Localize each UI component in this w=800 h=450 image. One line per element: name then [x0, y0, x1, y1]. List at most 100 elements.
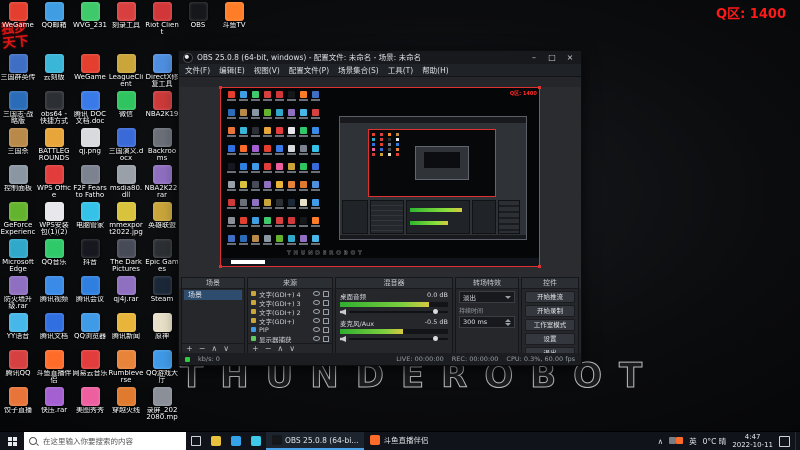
desktop-icon[interactable]: 快压.rar [36, 387, 72, 424]
weather-indicator[interactable]: 0°C 晴 [703, 436, 727, 447]
desktop-icon[interactable]: YY语音 [0, 313, 36, 350]
desktop-icon[interactable]: Epic Games [144, 239, 180, 276]
desktop-icon[interactable]: 录屏_2022080.mp4 [144, 387, 180, 424]
scene-item[interactable]: 场景 [184, 290, 242, 300]
desktop-icon[interactable]: 斗鱼直播伴侣 [36, 350, 72, 387]
slider-handle[interactable] [433, 309, 438, 314]
desktop-icon[interactable]: mmexport2022.jpg [108, 202, 144, 239]
source-up-button[interactable]: ∧ [277, 345, 283, 353]
desktop-icon[interactable]: 斗鱼TV [216, 2, 252, 36]
desktop-icon[interactable]: Microsoft Edge [0, 239, 36, 276]
preview-capture-source[interactable]: Q区: 1400 THUNDEROBOT [220, 87, 540, 267]
start-recording-button[interactable]: 开始录制 [525, 305, 575, 317]
desktop-icon[interactable]: WPS Office [36, 165, 72, 202]
taskbar-app-button[interactable]: OBS 25.0.8 (64-bi... [266, 432, 364, 450]
desktop-icon[interactable]: WeGame [0, 2, 36, 36]
input-method-indicator[interactable]: 英 [689, 436, 697, 447]
selection-handle[interactable] [538, 86, 541, 89]
lock-icon[interactable] [323, 318, 329, 324]
desktop-icon[interactable]: 微信 [108, 91, 144, 128]
volume-slider[interactable] [340, 308, 448, 316]
desktop-icon[interactable]: DirectX修复工具 [144, 54, 180, 91]
menu-item[interactable]: 文件(F) [185, 65, 210, 76]
desktop-icon[interactable]: WPS安装包(1)(2)(1) [36, 202, 72, 239]
desktop-icon[interactable]: obs64 - 快捷方式 [36, 91, 72, 128]
desktop-icon[interactable]: 腾讯QQ [0, 350, 36, 387]
desktop-icon[interactable]: 腾讯 DOC 文档.doc [72, 91, 108, 128]
taskbar-pinned-button[interactable] [246, 432, 266, 450]
transition-duration-spinner[interactable]: 300 ms [459, 316, 515, 328]
studio-mode-button[interactable]: 工作室模式 [525, 319, 575, 331]
desktop-icon[interactable]: The Dark Pictures [108, 239, 144, 276]
desktop-icon[interactable]: 防火墙升级.rar [0, 276, 36, 313]
menu-item[interactable]: 编辑(E) [219, 65, 245, 76]
source-row[interactable]: 文字(GDI+) [248, 316, 332, 325]
taskbar-pinned-button[interactable] [226, 432, 246, 450]
visibility-eye-icon[interactable] [313, 327, 320, 332]
desktop-icon[interactable]: BATTLEGROUNDS [36, 128, 72, 165]
desktop-icon[interactable]: LeagueClient [108, 54, 144, 91]
desktop-icon[interactable]: GeForce Experience [0, 202, 36, 239]
taskbar-pinned-button[interactable] [206, 432, 226, 450]
visibility-eye-icon[interactable] [313, 318, 320, 323]
slider-handle[interactable] [433, 336, 438, 341]
desktop-icon[interactable]: 三国杀 [0, 128, 36, 165]
scene-down-button[interactable]: ∨ [223, 345, 229, 353]
desktop-icon[interactable]: QQ游戏大厅 [144, 350, 180, 387]
menu-item[interactable]: 视图(V) [254, 65, 280, 76]
desktop-icon[interactable]: 云刻版 [36, 54, 72, 91]
desktop-icon[interactable]: 穿越火线 [108, 387, 144, 424]
desktop-icon[interactable]: 原神 [144, 313, 180, 350]
desktop-icon[interactable]: 饺子直播 [0, 387, 36, 424]
menu-item[interactable]: 工具(T) [388, 65, 413, 76]
desktop-icon[interactable]: 腾讯视频 [36, 276, 72, 313]
desktop-icon[interactable]: qj4j.rar [108, 276, 144, 313]
desktop-icon[interactable]: 三国演义.docx [108, 128, 144, 165]
desktop-icon[interactable]: Rumbleverse [108, 350, 144, 387]
desktop-icon[interactable]: QQ音乐 [36, 239, 72, 276]
volume-slider[interactable] [340, 335, 448, 343]
selection-handle[interactable] [538, 265, 541, 268]
desktop-icon[interactable]: 三国群英传 [0, 54, 36, 91]
lock-icon[interactable] [323, 327, 329, 333]
lock-icon[interactable] [323, 336, 329, 342]
desktop-icon[interactable]: NBA2K19 [144, 91, 180, 128]
taskbar-search[interactable] [24, 432, 186, 450]
search-input[interactable] [41, 436, 181, 447]
desktop-icon[interactable]: 腾讯新闻 [108, 313, 144, 350]
desktop-icon[interactable]: WVG_231 [72, 2, 108, 36]
desktop-icon[interactable]: Backrooms [144, 128, 180, 165]
add-scene-button[interactable]: + [186, 345, 193, 353]
desktop-icon[interactable]: 刻录工具 [108, 2, 144, 36]
visibility-eye-icon[interactable] [313, 300, 320, 305]
desktop-icon[interactable]: 网易云音乐 [72, 350, 108, 387]
notification-center-icon[interactable] [779, 436, 790, 447]
tray-expand-button[interactable]: ∧ [658, 437, 664, 446]
menu-item[interactable]: 场景集合(S) [338, 65, 379, 76]
show-desktop-button[interactable] [795, 432, 800, 450]
desktop-icon[interactable]: QQ邮箱 [36, 2, 72, 36]
lock-icon[interactable] [323, 309, 329, 315]
taskbar-app-button[interactable]: 斗鱼直播伴侣 [364, 432, 434, 450]
source-row[interactable]: 显示器捕获 [248, 334, 332, 343]
minimize-button[interactable]: – [527, 53, 541, 62]
visibility-eye-icon[interactable] [313, 291, 320, 296]
lock-icon[interactable] [323, 300, 329, 306]
desktop-icon[interactable]: QQ浏览器 [72, 313, 108, 350]
menu-item[interactable]: 帮助(H) [422, 65, 449, 76]
visibility-eye-icon[interactable] [313, 309, 320, 314]
scene-up-button[interactable]: ∧ [211, 345, 217, 353]
desktop-icon[interactable]: F2F Fears to Fathom [72, 165, 108, 202]
desktop-icon[interactable]: 腾讯文档 [36, 313, 72, 350]
selection-handle[interactable] [219, 86, 222, 89]
desktop-icon[interactable]: 控制面板 [0, 165, 36, 202]
task-view-button[interactable] [186, 432, 206, 450]
obs-preview[interactable]: Q区: 1400 THUNDEROBOT [179, 87, 581, 288]
lock-icon[interactable] [323, 291, 329, 297]
desktop-icon[interactable]: NBA2K22.rar [144, 165, 180, 202]
close-button[interactable]: × [563, 53, 577, 62]
desktop-icon[interactable]: 美图秀秀 [72, 387, 108, 424]
desktop-icon[interactable]: 英雄联盟 [144, 202, 180, 239]
desktop-icon[interactable]: Steam [144, 276, 180, 313]
desktop-icon[interactable]: 三国志·战略版 [0, 91, 36, 128]
